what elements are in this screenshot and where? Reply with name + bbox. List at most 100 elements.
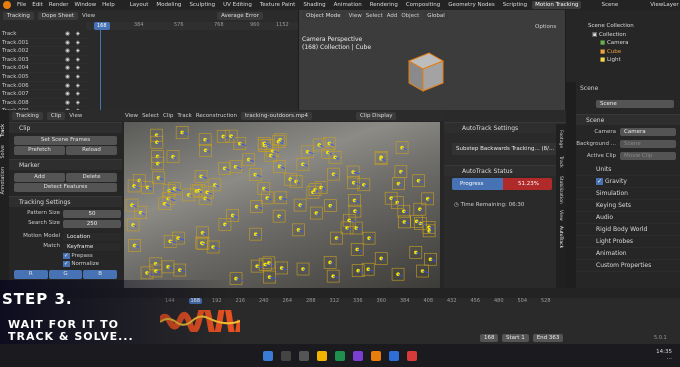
outliner-item-light[interactable]: ■ Light [566,56,680,65]
tab-footage[interactable]: Footage [558,130,563,148]
motion-model-dropdown[interactable]: Location [63,233,121,241]
autotrack-status-header[interactable]: AutoTrack Status [444,165,566,176]
delete-marker-button[interactable]: Delete [66,173,117,182]
prefetch-button[interactable]: Prefetch [14,146,65,155]
blender-logo-icon[interactable] [3,1,11,9]
frame-ruler[interactable]: 168 384 576 768 960 1152 [86,22,298,30]
camera-field[interactable]: Camera [620,128,676,136]
blender-icon[interactable] [371,350,381,361]
search-size-field[interactable]: 250 [63,220,121,228]
set-scene-frames-button[interactable]: Set Scene Frames [14,136,117,145]
custom-properties-row[interactable]: Custom Properties [576,260,680,272]
list-item[interactable]: Track.003 ◉ ◈ [0,56,86,65]
menu-file[interactable]: File [17,2,26,8]
search-icon[interactable] [281,350,291,361]
marker-section-header[interactable]: Marker [9,159,122,170]
clip-menu-select[interactable]: Select [142,113,159,119]
scene-section-header[interactable]: Scene [576,114,680,125]
tab-track[interactable]: Track [558,156,563,168]
clip-view-menu[interactable]: View [69,113,82,119]
channel-b-toggle[interactable]: B [83,270,118,279]
audio-row[interactable]: Audio [576,212,680,224]
editor-type-dropdown[interactable]: Dope Sheet [37,11,79,20]
tab-motion-tracking[interactable]: Motion Tracking [532,1,582,9]
tab-solve[interactable]: Solve [0,145,6,159]
tracking-settings-header[interactable]: Tracking Settings [9,196,122,207]
app-icon[interactable] [353,350,363,361]
tab-shading[interactable]: Shading [300,1,328,9]
tab-geometry-nodes[interactable]: Geometry Nodes [445,1,497,9]
clip-menu-clip[interactable]: Clip [163,113,173,119]
list-item[interactable]: Track.004 ◉ ◈ [0,64,86,73]
tab-view[interactable]: View [558,210,563,221]
gravity-row[interactable]: ✓ Gravity [576,176,680,188]
viewport-menu-add[interactable]: Add [387,13,398,19]
scene-datablock[interactable]: Scene [596,100,674,108]
detect-features-button[interactable]: Detect Features [14,183,117,192]
active-clip-field[interactable]: Movie Clip [620,152,676,160]
match-dropdown[interactable]: Keyframe [63,243,121,251]
start-icon[interactable] [263,350,273,361]
clip-menu-view[interactable]: View [125,113,138,119]
viewport-menu-view[interactable]: View [349,13,362,19]
object-mode-dropdown[interactable]: Object Mode [302,11,345,20]
outliner-item-camera[interactable]: ■ Camera [566,39,680,48]
footage-frame[interactable] [124,122,440,288]
tab-uv-editing[interactable]: UV Editing [220,1,255,9]
list-item[interactable]: Track.002 ◉ ◈ [0,47,86,56]
rigid-body-world-row[interactable]: Rigid Body World [576,224,680,236]
viewport-options-button[interactable]: Options [535,24,556,30]
tab-animation[interactable]: Animation [331,1,365,9]
outliner-item-cube[interactable]: ■ Cube [566,48,680,57]
dopesheet-mode-dropdown[interactable]: Tracking [3,11,34,20]
tab-rendering[interactable]: Rendering [367,1,401,9]
list-item[interactable]: Track.006 ◉ ◈ [0,82,86,91]
clip-view-dropdown[interactable]: Clip [46,111,66,120]
scene-selector[interactable]: Scene [601,2,618,8]
normalize-checkbox[interactable]: ✓ Normalize [63,261,121,267]
explorer-icon[interactable] [317,350,327,361]
autotrack-settings-header[interactable]: AutoTrack Settings [444,122,566,133]
tab-texture-paint[interactable]: Texture Paint [257,1,299,9]
tab-scripting[interactable]: Scripting [500,1,530,9]
menu-edit[interactable]: Edit [32,2,43,8]
clip-display-dropdown[interactable]: Clip Display [356,111,397,120]
transform-orientation-dropdown[interactable]: Global [423,11,449,20]
tab-modeling[interactable]: Modeling [153,1,184,9]
app-icon[interactable] [389,350,399,361]
tracking-mode-dropdown[interactable]: Tracking [12,111,43,120]
end-frame-field[interactable]: End 363 [532,334,564,342]
cube-object[interactable] [399,45,451,97]
clip-file-dropdown[interactable]: tracking-outdoors.mp4 [241,111,313,120]
menu-window[interactable]: Window [74,2,96,8]
channel-r-toggle[interactable]: R [14,270,48,279]
prepass-checkbox[interactable]: ✓ Prepass [63,253,121,259]
current-frame-indicator[interactable]: 168 [94,22,110,30]
menu-help[interactable]: Help [102,2,115,8]
chrome-icon[interactable] [335,350,345,361]
units-row[interactable]: Units [576,164,680,176]
app-icon[interactable] [407,350,417,361]
light-probes-row[interactable]: Light Probes [576,236,680,248]
menu-render[interactable]: Render [49,2,69,8]
reload-button[interactable]: Reload [66,146,117,155]
current-frame-field[interactable]: 168 [480,334,498,342]
simulation-row[interactable]: Simulation [576,188,680,200]
taskview-icon[interactable] [299,350,309,361]
channel-g-toggle[interactable]: G [48,270,83,279]
add-marker-button[interactable]: Add [14,173,65,182]
list-item[interactable]: Track.005 ◉ ◈ [0,73,86,82]
list-item[interactable]: Track.007 ◉ ◈ [0,90,86,99]
background-field[interactable]: Scene [620,140,676,148]
tab-layout[interactable]: Layout [127,1,152,9]
outliner-item-collection[interactable]: ▣ Collection [566,31,680,40]
list-item[interactable]: Track.008 ◉ ◈ [0,99,86,108]
clip-menu-track[interactable]: Track [177,113,191,119]
tab-sculpting[interactable]: Sculpting [186,1,218,9]
animation-row[interactable]: Animation [576,248,680,260]
clip-menu-reconstruction[interactable]: Reconstruction [196,113,237,119]
start-frame-field[interactable]: Start 1 [502,334,529,342]
tab-stabilization[interactable]: Stabilization [558,176,563,204]
dopesheet-view-menu[interactable]: View [82,13,95,19]
outliner-root[interactable]: Scene Collection [566,22,680,31]
